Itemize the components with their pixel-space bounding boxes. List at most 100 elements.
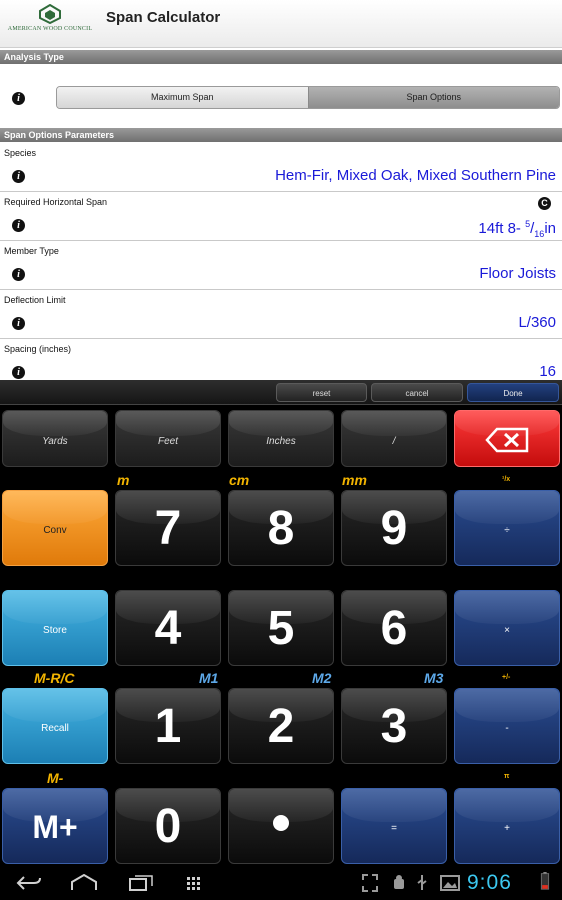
species-info-icon[interactable]: i [12, 170, 25, 183]
spacing-value[interactable]: 16 [539, 363, 556, 380]
required-span-value[interactable]: 14ft 8- 5/16in [478, 216, 556, 240]
recall-key-label: Recall [41, 723, 69, 734]
inches-key[interactable]: Inches [228, 410, 334, 467]
species-row[interactable]: Species i Hem-Fir, Mixed Oak, Mixed Sout… [0, 143, 562, 192]
span-options-parameters-header: Span Options Parameters [0, 128, 562, 142]
conv-key-label: Conv [43, 525, 67, 536]
plus-key[interactable]: + [454, 788, 560, 864]
fraction-slash-key[interactable]: / [341, 410, 447, 467]
deflection-limit-value[interactable]: L/360 [518, 314, 556, 331]
store-key[interactable]: Store [2, 590, 108, 666]
action-bar: AMERICAN WOOD COUNCIL Span Calculator [0, 0, 562, 48]
caption-cm: cm [229, 472, 250, 488]
yards-key-label: Yards [42, 436, 68, 447]
recent-apps-icon[interactable] [128, 874, 154, 892]
fraction-slash-key-label: / [392, 436, 396, 447]
digit-1-label: 1 [154, 700, 182, 753]
digit-8-label: 8 [267, 502, 295, 555]
required-span-row[interactable]: Required Horizontal Span C i 14ft 8- 5/1… [0, 192, 562, 241]
digit-4-key[interactable]: 4 [115, 590, 221, 666]
done-button[interactable]: Done [467, 383, 559, 402]
recall-key[interactable]: Recall [2, 688, 108, 764]
awc-logo-icon [39, 4, 61, 24]
system-navigation-bar: 9:06 [0, 866, 562, 900]
member-type-label: Member Type [4, 246, 59, 256]
conv-key[interactable]: Conv [2, 490, 108, 566]
home-icon[interactable] [70, 874, 98, 892]
decimal-point-key[interactable] [228, 788, 334, 864]
caption-m3: M3 [424, 670, 444, 686]
digit-5-key[interactable]: 5 [228, 590, 334, 666]
span-fraction-denominator: 16 [534, 229, 545, 239]
caption-plus-minus: +/- [502, 674, 511, 681]
digit-3-label: 3 [380, 700, 408, 753]
deflection-limit-label: Deflection Limit [4, 295, 66, 305]
fullscreen-icon [362, 874, 378, 892]
inches-key-label: Inches [266, 436, 296, 447]
memory-plus-label: M+ [32, 809, 78, 845]
digit-2-key[interactable]: 2 [228, 688, 334, 764]
plus-key-label: + [504, 823, 510, 834]
caption-reciprocal: ¹/x [502, 476, 511, 483]
app-content: AMERICAN WOOD COUNCIL Span Calculator An… [0, 0, 562, 380]
caption-m: m [117, 472, 130, 488]
awc-logo: AMERICAN WOOD COUNCIL [4, 4, 96, 44]
species-value[interactable]: Hem-Fir, Mixed Oak, Mixed Southern Pine [275, 167, 556, 184]
required-span-info-icon[interactable]: i [12, 219, 25, 232]
minus-key[interactable]: - [454, 688, 560, 764]
required-span-label: Required Horizontal Span [4, 197, 108, 207]
spacing-info-icon[interactable]: i [12, 366, 25, 379]
digit-9-label: 9 [380, 502, 408, 555]
memory-plus-key[interactable]: M+ [2, 788, 108, 864]
divide-key[interactable]: ÷ [454, 490, 560, 566]
span-value-main: 14ft 8- [478, 220, 526, 237]
span-value-unit: in [544, 220, 556, 237]
digit-6-label: 6 [380, 602, 408, 655]
keypad-toolbar: reset cancel Done [0, 380, 562, 405]
back-icon[interactable] [16, 874, 42, 892]
analysis-type-header: Analysis Type [0, 50, 562, 64]
digit-0-label: 0 [154, 800, 182, 853]
digit-6-key[interactable]: 6 [341, 590, 447, 666]
digit-8-key[interactable]: 8 [228, 490, 334, 566]
member-type-row[interactable]: Member Type i Floor Joists [0, 241, 562, 290]
deflection-limit-row[interactable]: Deflection Limit i L/360 [0, 290, 562, 339]
caption-mm: mm [342, 472, 367, 488]
feet-key-label: Feet [157, 436, 178, 447]
digit-7-key[interactable]: 7 [115, 490, 221, 566]
multiply-key[interactable]: × [454, 590, 560, 666]
member-type-value[interactable]: Floor Joists [479, 265, 556, 282]
member-type-info-icon[interactable]: i [12, 268, 25, 281]
span-options-segment[interactable]: Span Options [307, 87, 559, 108]
status-clock: 9:06 [467, 871, 512, 894]
digit-7-label: 7 [154, 502, 182, 555]
spacing-label: Spacing (inches) [4, 344, 72, 354]
caption-pi: π [504, 773, 510, 780]
caption-memory-minus: M- [47, 770, 64, 786]
android-debug-icon [394, 875, 404, 889]
spacing-row[interactable]: Spacing (inches) i 16 [0, 339, 562, 380]
cancel-button[interactable]: cancel [371, 383, 463, 402]
digit-4-label: 4 [154, 602, 182, 655]
digit-3-key[interactable]: 3 [341, 688, 447, 764]
analysis-info-icon[interactable]: i [12, 92, 25, 105]
digit-9-key[interactable]: 9 [341, 490, 447, 566]
digit-1-key[interactable]: 1 [115, 688, 221, 764]
reset-button[interactable]: reset [276, 383, 367, 402]
battery-icon [540, 872, 550, 890]
deflection-info-icon[interactable]: i [12, 317, 25, 330]
maximum-span-segment[interactable]: Maximum Span [57, 87, 308, 108]
yards-key[interactable]: Yards [2, 410, 108, 467]
digit-2-label: 2 [267, 700, 295, 753]
calculator-icon[interactable]: C [538, 197, 551, 210]
caption-memory-recall-clear: M-R/C [34, 670, 75, 686]
equals-key[interactable]: = [341, 788, 447, 864]
digit-0-key[interactable]: 0 [115, 788, 221, 864]
backspace-key[interactable] [454, 410, 560, 467]
caption-m2: M2 [312, 670, 332, 686]
calculator-keypad: reset cancel Done Yards Feet Inches / m … [0, 380, 562, 866]
image-icon [440, 875, 460, 891]
menu-icon[interactable] [184, 874, 202, 892]
analysis-type-segmented-control: Maximum Span Span Options [56, 86, 560, 109]
feet-key[interactable]: Feet [115, 410, 221, 467]
